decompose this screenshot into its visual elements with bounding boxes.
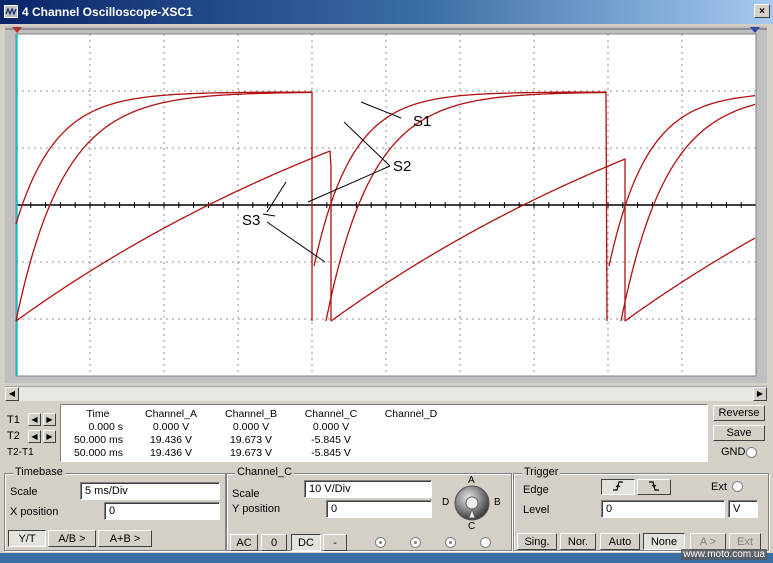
rising-edge-button[interactable] [601, 479, 635, 495]
rising-edge-icon [613, 480, 623, 491]
trigger-level-field[interactable]: 0 [601, 500, 725, 518]
cell-time: 50.000 ms [73, 446, 123, 459]
trigger-none-button[interactable]: None [643, 533, 685, 550]
readout-table: Time Channel_A Channel_B Channel_C Chann… [65, 407, 451, 459]
cell-channel-d [371, 420, 451, 433]
knob-label-b: B [494, 497, 501, 508]
trigger-a-button[interactable]: A > [690, 533, 726, 550]
oscilloscope-icon [4, 5, 18, 18]
trigger-ext-button[interactable]: Ext [729, 533, 761, 550]
watermark: www.moto.com.ua [681, 549, 767, 560]
coupling-ac-button[interactable]: AC [230, 534, 258, 551]
knob-label-c: C [468, 521, 476, 532]
annotation-label: S1 [413, 113, 431, 130]
timebase-xpos-label: X position [10, 506, 59, 518]
scope-display: S1 S2 S3 [5, 27, 767, 377]
annotation-label: S2 [393, 158, 411, 175]
table-row: 50.000 ms 19.436 V 19.673 V -5.845 V [65, 446, 451, 459]
cell-channel-d [371, 446, 451, 459]
channel-b-terminal[interactable] [410, 537, 421, 548]
channel-scale-field[interactable]: 10 V/Div [304, 480, 432, 498]
taskbar-strip [0, 553, 773, 563]
cell-channel-c: 0.000 V [312, 420, 350, 433]
annotation-label: S3 [242, 212, 260, 229]
trigger-edge-label: Edge [523, 484, 549, 496]
falling-edge-icon [649, 480, 659, 491]
trigger-level-label: Level [523, 504, 550, 516]
header-channel-d: Channel_D [384, 407, 438, 420]
t2-right-arrow-icon[interactable]: ▶ [43, 430, 56, 443]
gnd-label: GND [721, 446, 746, 458]
t2-left-arrow-icon[interactable]: ◀ [28, 430, 41, 443]
cursor-label-t1: T1 [7, 414, 20, 426]
header-channel-a: Channel_A [145, 407, 197, 420]
table-row: 0.000 s 0.000 V 0.000 V 0.000 V [65, 420, 451, 433]
window-title: 4 Channel Oscilloscope-XSC1 [22, 5, 193, 19]
cell-channel-b: 19.673 V [229, 433, 273, 446]
cell-time: 0.000 s [88, 420, 123, 433]
scroll-left-button[interactable]: ◀ [5, 387, 19, 401]
cursor-label-t2-t1: T2-T1 [7, 447, 34, 458]
horizontal-scrollbar[interactable]: ◀ ▶ [5, 386, 767, 401]
scope-screen: S1 S2 S3 [5, 26, 767, 383]
coupling-minus-button[interactable]: - [323, 534, 347, 551]
trigger-ext-label: Ext [711, 481, 727, 493]
save-button[interactable]: Save [713, 425, 765, 441]
cell-channel-a: 19.436 V [149, 433, 193, 446]
header-time: Time [86, 407, 110, 420]
channel-d-terminal[interactable] [480, 537, 491, 548]
timebase-title: Timebase [13, 466, 65, 478]
cell-channel-a: 19.436 V [149, 446, 193, 459]
timebase-scale-field[interactable]: 5 ms/Div [80, 482, 220, 500]
cursor-t2-marker-icon [750, 27, 760, 33]
close-button[interactable]: × [754, 4, 770, 18]
cell-channel-a: 0.000 V [152, 420, 190, 433]
trigger-auto-button[interactable]: Auto [600, 533, 640, 550]
channel-a-terminal[interactable] [375, 537, 386, 548]
trigger-title: Trigger [522, 466, 561, 478]
table-row: 50.000 ms 19.436 V 19.673 V -5.845 V [65, 433, 451, 446]
reverse-button[interactable]: Reverse [713, 405, 765, 421]
knob-label-d: D [442, 497, 450, 508]
channel-ypos-field[interactable]: 0 [326, 500, 432, 518]
cell-channel-b: 0.000 V [232, 420, 270, 433]
measurement-readout: Time Channel_A Channel_B Channel_C Chann… [60, 404, 708, 462]
cell-channel-c: -5.845 V [311, 446, 351, 459]
channel-scale-label: Scale [232, 488, 260, 500]
scroll-right-button[interactable]: ▶ [753, 387, 767, 401]
coupling-zero-button[interactable]: 0 [261, 534, 287, 551]
cell-channel-b: 19.673 V [229, 446, 273, 459]
cursor-label-t2: T2 [7, 430, 20, 442]
timebase-scale-label: Scale [10, 486, 38, 498]
cursor-t1-marker-icon [12, 27, 22, 33]
timebase-xpos-field[interactable]: 0 [104, 502, 220, 520]
mode-aplusb-button[interactable]: A+B > [98, 530, 152, 547]
coupling-dc-button[interactable]: DC [291, 534, 321, 551]
channel-c-terminal[interactable] [445, 537, 456, 548]
trigger-level-unit[interactable]: V [728, 500, 758, 518]
mode-yt-button[interactable]: Y/T [8, 530, 46, 547]
t1-left-arrow-icon[interactable]: ◀ [28, 413, 41, 426]
cell-time: 50.000 ms [73, 433, 123, 446]
gnd-terminal[interactable] [746, 447, 757, 458]
header-channel-b: Channel_B [225, 407, 277, 420]
cell-channel-c: -5.845 V [311, 433, 351, 446]
title-bar: 4 Channel Oscilloscope-XSC1 × [0, 0, 773, 24]
readout-header-row: Time Channel_A Channel_B Channel_C Chann… [65, 407, 451, 420]
channel-title: Channel_C [235, 466, 295, 478]
mode-ab-button[interactable]: A/B > [48, 530, 96, 547]
cell-channel-d [371, 433, 451, 446]
trigger-sing-button[interactable]: Sing. [517, 533, 557, 550]
trigger-nor-button[interactable]: Nor. [560, 533, 596, 550]
channel-ypos-label: Y position [232, 503, 281, 515]
t1-right-arrow-icon[interactable]: ▶ [43, 413, 56, 426]
falling-edge-button[interactable] [637, 479, 671, 495]
header-channel-c: Channel_C [304, 407, 358, 420]
ext-trigger-terminal[interactable] [732, 481, 743, 492]
channel-selector-knob[interactable] [453, 484, 491, 522]
